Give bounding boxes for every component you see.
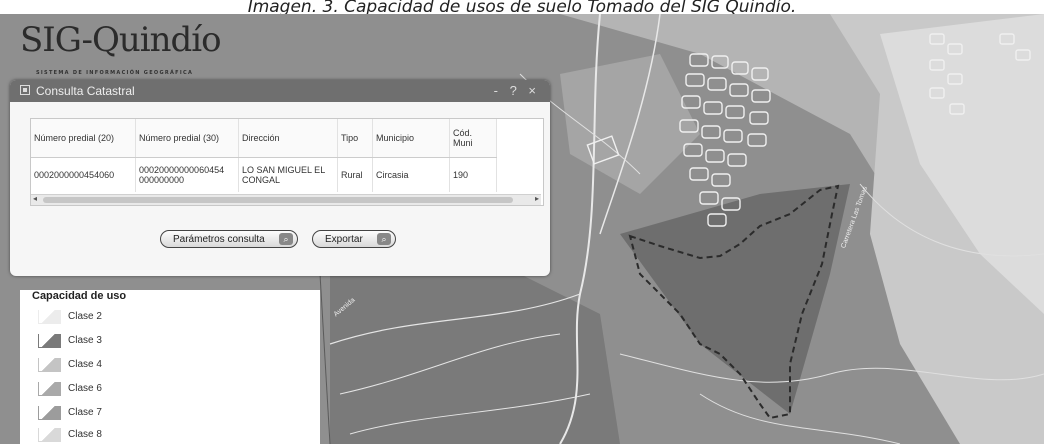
legend-swatch [38,334,61,348]
search-icon: ⌕ [279,233,293,245]
legend-swatch [38,358,61,372]
consulta-catastral-dialog: Consulta Catastral - ? × Número predial … [10,80,550,276]
legend-panel: Capacidad de uso Clase 2 Clase 3 Clase 4… [20,290,320,444]
table-cell: Rural [337,157,373,192]
button-label: Parámetros consulta [173,234,265,245]
horizontal-scrollbar[interactable]: ◂ ▸ [31,194,541,205]
logo-subtitle: SISTEMA DE INFORMACIÓN GEOGRÁFICA [36,70,194,76]
column-header[interactable]: Municipio [372,119,450,158]
sig-quindio-screen: Avenida Carretera Las Tomas SIG-Quindío … [0,14,1044,444]
legend-title: Capacidad de uso [32,290,127,302]
column-header[interactable]: Cód. Muni [449,119,497,158]
sig-quindio-logo: SIG-Quindío SISTEMA DE INFORMACIÓN GEOGR… [20,20,260,82]
table-cell: 190 [449,157,497,192]
window-icon [20,85,30,95]
results-table: Número predial (20) Número predial (30) … [30,118,544,206]
query-parameters-button[interactable]: Parámetros consulta ⌕ [160,230,298,248]
scroll-thumb[interactable] [43,197,513,203]
table-cell: 0002000000454060 [31,157,136,192]
legend-swatch [38,382,61,396]
legend-label: Clase 4 [68,359,102,370]
legend-swatch [38,406,61,420]
table-cell: LO SAN MIGUEL EL CONGAL [238,157,338,192]
legend-swatch [38,310,61,324]
legend-label: Clase 2 [68,311,102,322]
legend-label: Clase 3 [68,335,102,346]
scroll-left-icon[interactable]: ◂ [33,194,37,203]
legend-label: Clase 8 [68,429,102,440]
table-cell: 00020000000060454 000000000 [135,157,239,192]
column-header[interactable]: Número predial (20) [31,119,136,158]
table-cell: Circasia [372,157,450,192]
legend-swatch [38,428,61,442]
button-label: Exportar [325,234,363,245]
column-header[interactable]: Número predial (30) [135,119,239,158]
legend-label: Clase 7 [68,407,102,418]
logo-title: SIG-Quindío [20,20,222,60]
table-row[interactable]: 0002000000454060 00020000000060454 00000… [31,157,497,192]
column-header[interactable]: Dirección [238,119,338,158]
scroll-right-icon[interactable]: ▸ [535,194,539,203]
window-controls[interactable]: - ? × [494,83,540,98]
dialog-header[interactable]: Consulta Catastral - ? × [10,80,550,102]
export-button[interactable]: Exportar ⌕ [312,230,396,248]
search-icon: ⌕ [377,233,391,245]
legend-label: Clase 6 [68,383,102,394]
column-header[interactable]: Tipo [337,119,373,158]
dialog-title: Consulta Catastral [36,84,135,98]
